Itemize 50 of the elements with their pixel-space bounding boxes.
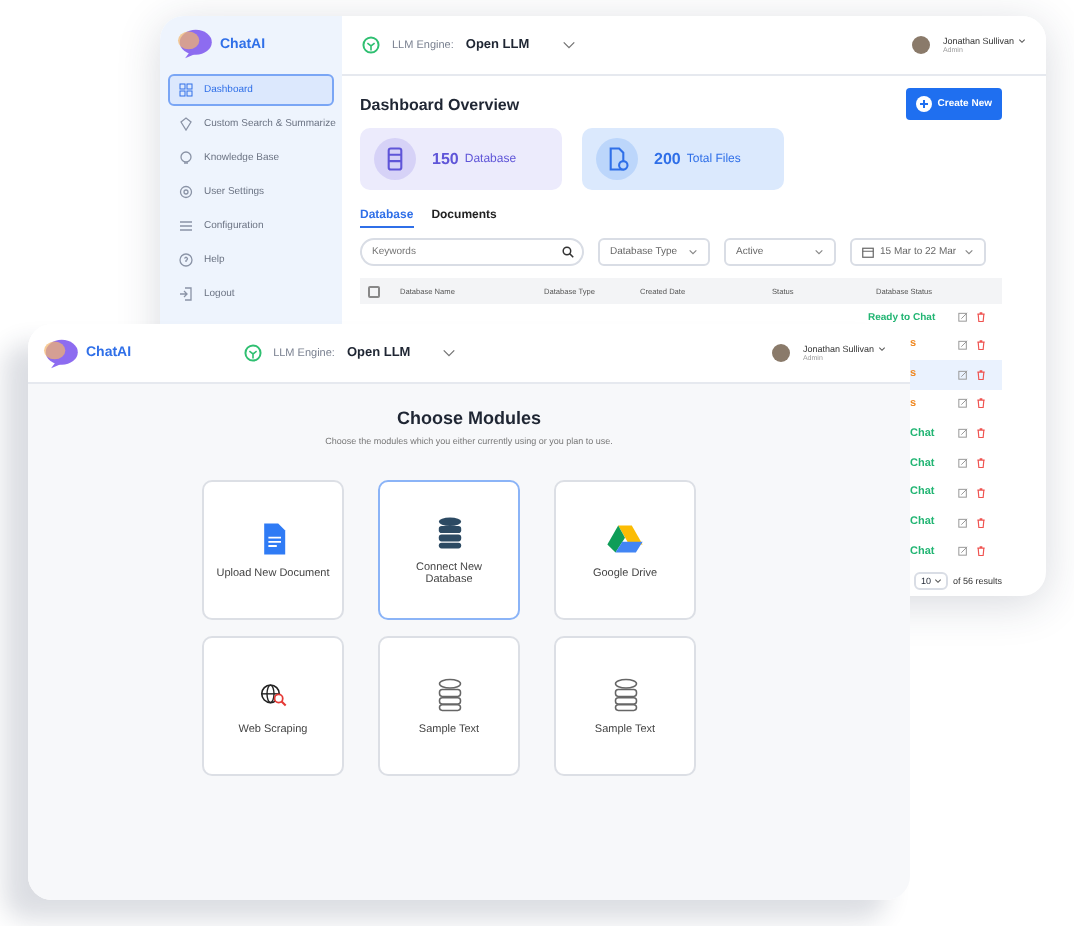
file-icon: [596, 138, 638, 180]
modules-title: Choose Modules: [396, 408, 541, 428]
edit-icon[interactable]: [958, 517, 968, 528]
edit-icon[interactable]: [958, 312, 968, 322]
drive-icon: [606, 521, 644, 555]
delete-icon[interactable]: [976, 517, 986, 528]
database-icon: [435, 677, 463, 711]
database-icon: [611, 677, 639, 711]
edit-icon[interactable]: [958, 546, 968, 557]
delete-icon[interactable]: [976, 312, 986, 322]
edit-icon[interactable]: [958, 369, 968, 380]
help-icon: [178, 252, 194, 268]
avatar[interactable]: [912, 36, 931, 54]
edit-icon[interactable]: [958, 339, 968, 350]
checkbox[interactable]: [368, 285, 380, 297]
delete-icon[interactable]: [976, 487, 986, 498]
chevron-down-icon[interactable]: [1018, 38, 1026, 44]
chevron-down-icon: [688, 248, 698, 256]
delete-icon[interactable]: [976, 546, 986, 557]
chevron-down-icon[interactable]: [442, 348, 457, 358]
search-icon[interactable]: [562, 246, 574, 258]
document-icon: [259, 521, 287, 555]
delete-icon[interactable]: [976, 339, 986, 350]
edit-icon[interactable]: [958, 458, 968, 469]
database-icon: [435, 515, 463, 549]
stat-value: 200: [654, 150, 681, 168]
delete-icon[interactable]: [976, 428, 986, 439]
chevron-down-icon: [814, 248, 824, 256]
page-title: Dashboard Overview: [360, 95, 520, 113]
bulb-icon: [178, 150, 194, 166]
plus-icon: [915, 96, 932, 112]
grid-icon: [178, 82, 194, 98]
logout-icon: [178, 286, 194, 302]
delete-icon[interactable]: [976, 458, 986, 469]
database-icon: [374, 138, 416, 180]
edit-icon[interactable]: [958, 428, 968, 439]
edit-icon[interactable]: [958, 398, 968, 409]
delete-icon[interactable]: [976, 398, 986, 409]
avatar[interactable]: [772, 344, 791, 362]
chevron-down-icon[interactable]: [561, 40, 576, 50]
chat-bubble-icon: [40, 337, 80, 369]
edit-icon[interactable]: [958, 487, 968, 498]
chevron-down-icon[interactable]: [878, 346, 886, 352]
diamond-icon: [178, 116, 194, 132]
stat-value: 150: [432, 150, 459, 168]
chat-bubble-icon: [174, 28, 214, 60]
chevron-down-icon: [934, 578, 943, 585]
chevron-down-icon: [964, 248, 974, 256]
calendar-icon: [862, 246, 874, 258]
delete-icon[interactable]: [976, 369, 986, 380]
